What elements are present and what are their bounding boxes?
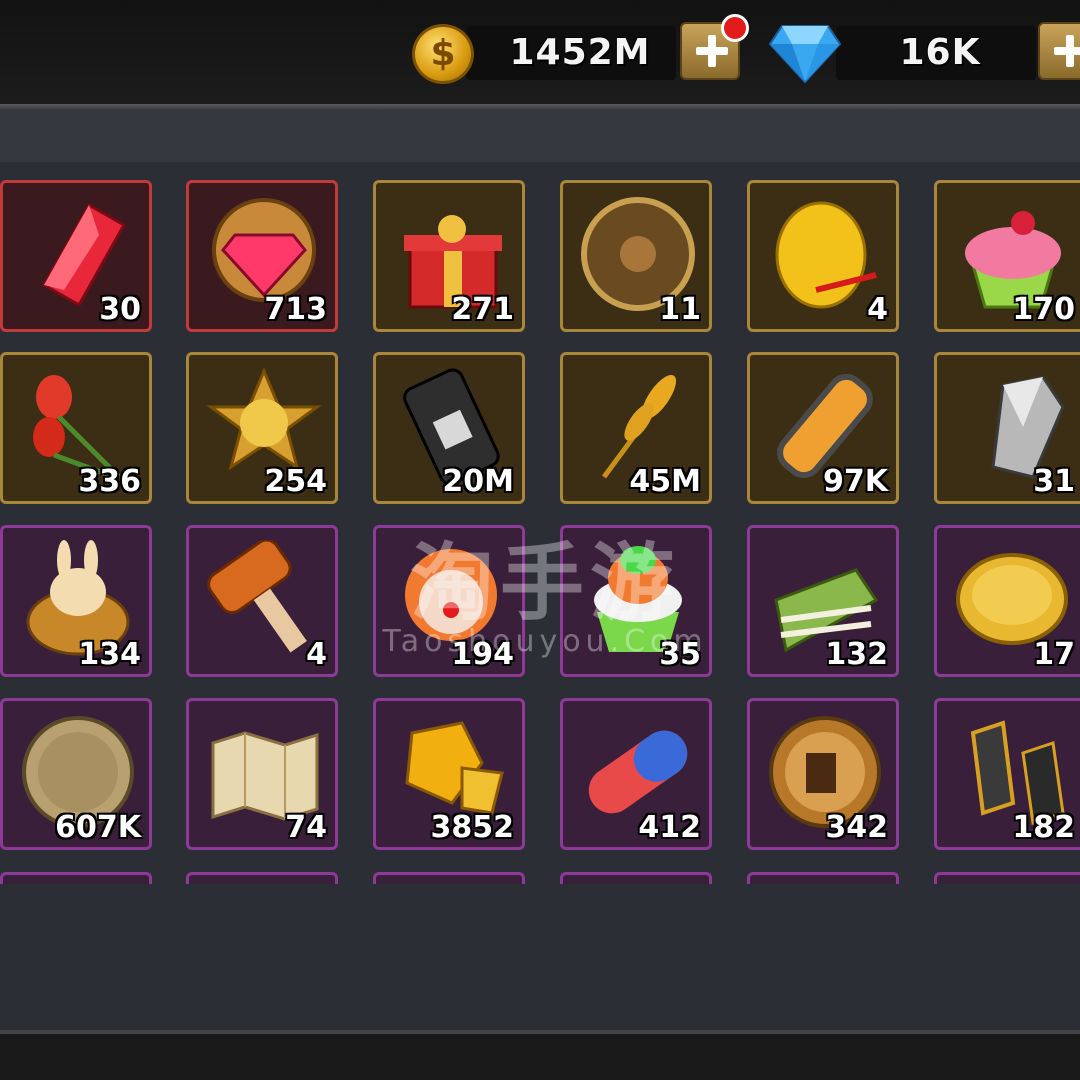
add-diamond-button[interactable] xyxy=(1038,22,1080,80)
item-quantity: 271 xyxy=(451,292,514,327)
item-quantity: 74 xyxy=(285,810,327,845)
inventory-slot-beer-coin[interactable]: 342 xyxy=(747,698,899,850)
inventory-slot-matcha-cake[interactable]: 132 xyxy=(747,525,899,677)
item-quantity: 97K xyxy=(823,464,888,499)
item-quantity: 132 xyxy=(825,637,888,672)
item-quantity: 45M xyxy=(629,464,701,499)
notification-dot xyxy=(721,14,749,42)
item-quantity: 336 xyxy=(78,464,141,499)
item-quantity: 3852 xyxy=(430,810,515,845)
inventory-slot-energy-capsule[interactable]: 97K xyxy=(747,352,899,504)
item-quantity: 607K xyxy=(55,810,141,845)
gold-amount: 1452M xyxy=(509,32,651,73)
inventory-slot-wheel-board[interactable]: 11 xyxy=(560,180,712,332)
inventory-slot-rainbow-cupcake[interactable]: 35 xyxy=(560,525,712,677)
inventory-slot-wheat[interactable]: 45M xyxy=(560,352,712,504)
inventory-slot-partial[interactable] xyxy=(747,872,899,884)
inventory-slot-golden-egg[interactable]: 4 xyxy=(747,180,899,332)
item-quantity: 194 xyxy=(451,637,514,672)
item-quantity: 182 xyxy=(1012,810,1075,845)
inventory-panel xyxy=(0,110,1080,1030)
inventory-slot-partial[interactable] xyxy=(934,872,1080,884)
inventory-slot-ruby-emblem[interactable]: 713 xyxy=(186,180,338,332)
item-quantity: 170 xyxy=(1012,292,1075,327)
inventory-slot-star-medal[interactable]: 254 xyxy=(186,352,338,504)
item-quantity: 254 xyxy=(264,464,327,499)
inventory-slot-partial[interactable] xyxy=(373,872,525,884)
inventory-slot-laurel-coin[interactable]: 607K xyxy=(0,698,152,850)
gold-coin-icon: $ xyxy=(412,24,474,84)
diamond-amount: 16K xyxy=(899,32,981,73)
inventory-slot-partial[interactable] xyxy=(560,872,712,884)
item-quantity: 713 xyxy=(264,292,327,327)
inventory-slot-partial[interactable] xyxy=(0,872,152,884)
inventory-slot-gold-nuggets[interactable]: 3852 xyxy=(373,698,525,850)
inventory-slot-oil-barrel[interactable]: 20M xyxy=(373,352,525,504)
item-quantity: 134 xyxy=(78,637,141,672)
bottom-bar xyxy=(0,1030,1080,1080)
inventory-slot-red-crystal[interactable]: 30 xyxy=(0,180,152,332)
item-quantity: 17 xyxy=(1033,637,1075,672)
inventory-slot-gift-box[interactable]: 271 xyxy=(373,180,525,332)
inventory-slot-silver-crystal[interactable]: 31 xyxy=(934,352,1080,504)
inventory-slot-partial[interactable] xyxy=(186,872,338,884)
item-quantity: 4 xyxy=(306,637,327,672)
inventory-slot-tulip-bouquet[interactable]: 336 xyxy=(0,352,152,504)
item-quantity: 342 xyxy=(825,810,888,845)
item-quantity: 31 xyxy=(1033,464,1075,499)
inventory-header xyxy=(0,110,1080,162)
inventory-slot-dark-crystals[interactable]: 182 xyxy=(934,698,1080,850)
inventory-slot-cupcake[interactable]: 170 xyxy=(934,180,1080,332)
inventory-slot-clown[interactable]: 194 xyxy=(373,525,525,677)
item-quantity: 20M xyxy=(442,464,514,499)
inventory-slot-dna-capsule[interactable]: 412 xyxy=(560,698,712,850)
item-quantity: 35 xyxy=(659,637,701,672)
inventory-slot-wooden-hammer[interactable]: 4 xyxy=(186,525,338,677)
item-quantity: 412 xyxy=(638,810,701,845)
inventory-slot-clover-coin[interactable]: 17 xyxy=(934,525,1080,677)
item-quantity: 11 xyxy=(659,292,701,327)
item-quantity: 4 xyxy=(867,292,888,327)
blue-diamond-icon xyxy=(768,25,842,84)
inventory-slot-world-map[interactable]: 74 xyxy=(186,698,338,850)
inventory-slot-bunny-basket[interactable]: 134 xyxy=(0,525,152,677)
item-quantity: 30 xyxy=(99,292,141,327)
